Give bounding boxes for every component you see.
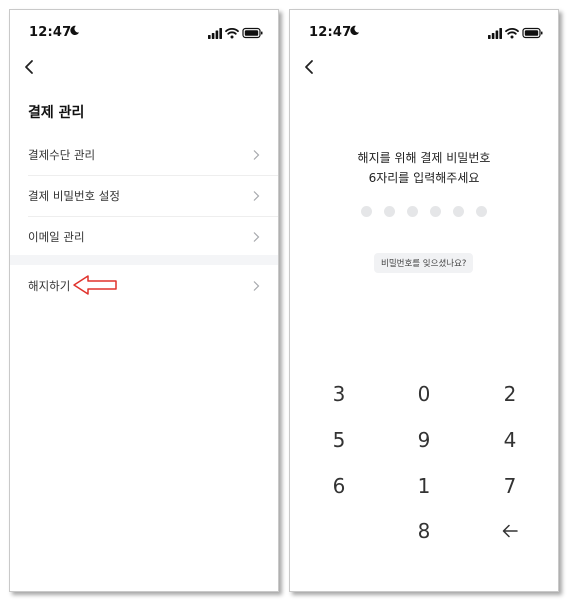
menu-item-label: 결제수단 관리: [28, 148, 96, 162]
menu-item-payment-password[interactable]: 결제 비밀번호 설정: [28, 176, 278, 217]
chevron-right-icon: [253, 191, 260, 201]
wifi-icon: [505, 28, 519, 39]
keypad-key[interactable]: 2: [480, 376, 540, 412]
pin-dot: [384, 206, 395, 217]
moon-icon: [350, 25, 360, 35]
status-time: 12:47: [309, 25, 352, 40]
battery-icon: [522, 27, 543, 39]
keypad-key[interactable]: 4: [480, 422, 540, 458]
pin-dot: [361, 206, 372, 217]
keypad-key[interactable]: 1: [394, 468, 454, 504]
keypad-key[interactable]: 9: [394, 422, 454, 458]
battery-icon: [242, 27, 263, 39]
menu-item-cancel[interactable]: 해지하기: [10, 266, 278, 306]
signal-icon: [208, 28, 222, 39]
pin-indicator: [361, 206, 489, 218]
pin-dot: [476, 206, 487, 217]
keypad-key[interactable]: 5: [309, 422, 369, 458]
pin-dot: [407, 206, 418, 217]
status-time: 12:47: [29, 25, 72, 40]
menu-item-label: 이메일 관리: [28, 230, 85, 244]
keypad-key[interactable]: 7: [480, 468, 540, 504]
pin-dot: [430, 206, 441, 217]
status-icons: [488, 27, 543, 39]
menu-item-label: 결제 비밀번호 설정: [28, 189, 120, 203]
password-prompt: 해지를 위해 결제 비밀번호 6자리를 입력해주세요: [290, 148, 558, 188]
status-bar: 12:47: [10, 10, 278, 54]
keypad-key[interactable]: 8: [394, 513, 454, 549]
forgot-password-button[interactable]: 비밀번호를 잊으셨나요?: [374, 253, 474, 273]
payment-management-screen: 12:47 결제 관리 결제수단 관리 결제 비밀번호 설정 이메일 관리 해지…: [9, 9, 279, 592]
section-divider: [10, 255, 278, 265]
menu-item-email[interactable]: 이메일 관리: [28, 217, 278, 257]
keypad-key[interactable]: 3: [309, 376, 369, 412]
settings-menu: 결제수단 관리 결제 비밀번호 설정 이메일 관리: [10, 135, 278, 257]
chevron-right-icon: [253, 150, 260, 160]
back-button[interactable]: [22, 59, 38, 75]
chevron-right-icon: [253, 232, 260, 242]
moon-icon: [70, 25, 80, 35]
chevron-right-icon: [253, 281, 260, 291]
prompt-line-2: 6자리를 입력해주세요: [368, 171, 480, 185]
status-bar: 12:47: [290, 10, 558, 54]
menu-item-payment-methods[interactable]: 결제수단 관리: [28, 135, 278, 176]
keypad-key[interactable]: 6: [309, 468, 369, 504]
cancel-label: 해지하기: [28, 279, 71, 293]
back-button[interactable]: [302, 59, 318, 75]
pin-dot: [453, 206, 464, 217]
page-title: 결제 관리: [28, 105, 85, 121]
signal-icon: [488, 28, 502, 39]
wifi-icon: [225, 28, 239, 39]
backspace-arrow-icon: [502, 524, 518, 538]
status-icons: [208, 27, 263, 39]
password-entry-screen: 12:47 해지를 위해 결제 비밀번호 6자리를 입력해주세요 비밀번호를 잊…: [289, 9, 559, 592]
prompt-line-1: 해지를 위해 결제 비밀번호: [357, 151, 491, 165]
annotation-arrow-icon: [73, 275, 117, 295]
backspace-key[interactable]: [480, 513, 540, 549]
keypad-key[interactable]: 0: [394, 376, 454, 412]
